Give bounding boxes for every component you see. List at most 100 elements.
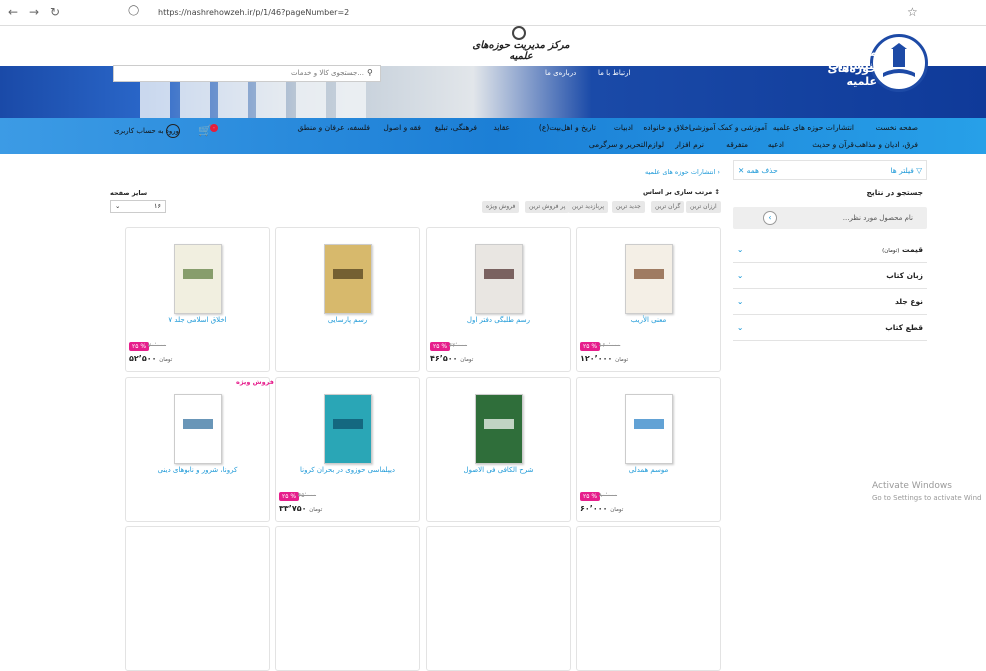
menu-item[interactable]: متفرقه	[726, 140, 748, 149]
discount-badge: ۲۵ %	[129, 342, 150, 351]
book-cover-image[interactable]	[173, 394, 222, 464]
product-title[interactable]: موسم همدلی	[577, 466, 720, 474]
menu-item[interactable]: قرآن و حدیث	[812, 140, 854, 149]
cover-decoration	[332, 269, 363, 279]
filter-sidebar: ▽ فیلتر ها حذف همه ✕ جستجو در نتایج نام …	[733, 160, 927, 341]
chevron-down-icon[interactable]: ⌄	[737, 245, 743, 254]
chevron-down-icon[interactable]: ⌄	[737, 297, 743, 306]
book-cover-image[interactable]	[474, 244, 523, 314]
product-title[interactable]: معنی الأریب	[577, 316, 720, 324]
sidebar-search-input[interactable]: نام محصول مورد نظر... ›	[733, 207, 927, 229]
product-card[interactable]: رسم طلبگی دفتر اول ۲۵ % ۶۲٬۰۰۰ ۴۶٬۵۰۰ تومان	[426, 227, 571, 372]
menu-item[interactable]: ادعیه	[768, 140, 784, 149]
product-price: ۳۳٬۷۵۰ تومان	[279, 504, 322, 513]
product-title[interactable]: کرونا، شرور و نابوهای دینی	[126, 466, 269, 474]
product-title[interactable]: شرح الکافی فی الاصول	[427, 466, 570, 474]
cover-decoration	[633, 269, 664, 279]
url-bar[interactable]: https://nashrehowzeh.ir/p/1/46?pageNumbe…	[158, 4, 958, 22]
price-value: ۴۶٬۵۰۰	[430, 354, 458, 363]
menu-item[interactable]: فرق، ادیان و مذاهب	[855, 140, 918, 149]
filter-section-language[interactable]: زبان کتاب ⌄	[733, 263, 927, 289]
chevron-down-icon[interactable]: ⌄	[737, 271, 743, 280]
section-label: قیمت (تومان)	[882, 245, 923, 254]
filter-section-format[interactable]: قطع کتاب ⌄	[733, 315, 927, 341]
product-card[interactable]	[426, 526, 571, 671]
book-cover-image[interactable]	[173, 244, 222, 314]
book-cover-image[interactable]	[474, 394, 523, 464]
cover-decoration	[182, 419, 213, 429]
chevron-right-icon[interactable]: ›	[763, 211, 777, 225]
menu-item[interactable]: نرم افزار	[675, 140, 704, 149]
menu-item[interactable]: صفحه نخست	[876, 123, 918, 132]
contact-link[interactable]: ارتباط با ما	[598, 69, 630, 77]
product-price: ۵۲٬۵۰۰ تومان	[129, 354, 172, 363]
book-cover-image[interactable]	[323, 394, 372, 464]
product-card[interactable]: رسم پارسایی	[275, 227, 420, 372]
product-card[interactable]: دیپلماسی حوزوی در بحران کرونا ۲۵ % ۴۵٬۰۰۰ ۳…	[275, 377, 420, 522]
product-card[interactable]: شرح الکافی فی الاصول	[426, 377, 571, 522]
sort-option[interactable]: پر فروش ترین	[525, 201, 570, 213]
sort-option[interactable]: پربازدید ترین	[568, 201, 608, 213]
sort-option[interactable]: گران ترین	[651, 201, 685, 213]
menu-item[interactable]: فلسفه، عرفان و منطق	[298, 123, 370, 132]
breadcrumb[interactable]: انتشارات حوزه های علمیه ›	[545, 168, 720, 176]
back-icon[interactable]: ←	[8, 5, 18, 19]
user-icon[interactable]	[166, 124, 180, 138]
menu-item[interactable]: تاریخ و اهل‌بیت(ع)	[539, 123, 596, 132]
product-card[interactable]: موسم همدلی ۲۵ % ۸۰٬۰۰۰ ۶۰٬۰۰۰ تومان	[576, 377, 721, 522]
product-price: ۴۶٬۵۰۰ تومان	[430, 354, 473, 363]
logo-text-2: حوزه‌های علمیه	[827, 62, 878, 88]
page-size-label: سایز صفحه	[110, 189, 148, 197]
clear-all-button[interactable]: حذف همه ✕	[738, 166, 778, 175]
cover-decoration	[182, 269, 213, 279]
product-card[interactable]: اخلاق اسلامی جلد ۷ ۲۵ % ۷۰٬۰۰۰ ۵۲٬۵۰۰ تومان	[125, 227, 270, 372]
product-price: ۶۰٬۰۰۰ تومان	[580, 504, 623, 513]
sort-option[interactable]: ارزان ترین	[686, 201, 721, 213]
discount-badge: ۲۵ %	[279, 492, 300, 501]
product-title[interactable]: دیپلماسی حوزوی در بحران کرونا	[276, 466, 419, 474]
chevron-down-icon[interactable]: ⌄	[737, 323, 743, 332]
cart-count-badge: ۰	[210, 124, 218, 132]
book-cover-image[interactable]	[624, 244, 673, 314]
reload-icon[interactable]: ↻	[50, 5, 60, 19]
menu-item[interactable]: عقاید	[493, 123, 510, 132]
menu-item[interactable]: فرهنگی، تبلیغ	[435, 123, 477, 132]
menu-item[interactable]: آموزشی و کمک آموزشی	[689, 123, 767, 132]
menu-item[interactable]: اخلاق و خانواده	[643, 123, 691, 132]
old-price: ۱۶۰٬۰۰۰	[599, 342, 621, 349]
emblem-icon	[512, 26, 526, 40]
filter-section-binding[interactable]: نوع جلد ⌄	[733, 289, 927, 315]
product-card[interactable]: کرونا، شرور و نابوهای دینی	[125, 377, 270, 522]
publisher-logo[interactable]	[870, 34, 928, 92]
currency-label: تومان	[615, 357, 629, 363]
product-card[interactable]: معنی الأریب ۲۵ % ۱۶۰٬۰۰۰ ۱۲۰٬۰۰۰ تومان	[576, 227, 721, 372]
forward-icon[interactable]: →	[29, 5, 39, 19]
search-input[interactable]: جستجوی کالا و خدمات...	[113, 65, 381, 82]
browser-toolbar: ← → ↻ ◯ https://nashrehowzeh.ir/p/1/46?p…	[0, 0, 986, 26]
site-header: موسسه انتشارات حوزه‌های علمیه مرکز مدیری…	[0, 26, 986, 118]
sort-option[interactable]: فروش ویژه	[482, 201, 520, 213]
price-value: ۳۳٬۷۵۰	[279, 504, 307, 513]
product-card[interactable]	[125, 526, 270, 671]
section-label: زبان کتاب	[886, 271, 923, 280]
product-title[interactable]: رسم پارسایی	[276, 316, 419, 324]
shield-icon[interactable]: ◯	[128, 5, 139, 16]
page-size-select[interactable]: ⌄ ۱۶	[110, 200, 166, 213]
menu-item[interactable]: لوازم‌التحریر و سرگرمی	[589, 140, 664, 149]
menu-item[interactable]: انتشارات حوزه های علمیه	[773, 123, 854, 132]
about-link[interactable]: درباره‌ی ما	[545, 69, 576, 77]
star-icon[interactable]: ☆	[907, 5, 918, 19]
book-cover-image[interactable]	[624, 394, 673, 464]
product-card[interactable]	[275, 526, 420, 671]
menu-item[interactable]: ادبیات	[614, 123, 633, 132]
menu-item[interactable]: فقه و اصول	[383, 123, 421, 132]
search-icon[interactable]: ⚲	[367, 68, 373, 77]
cover-decoration	[483, 269, 514, 279]
product-title[interactable]: رسم طلبگی دفتر اول	[427, 316, 570, 324]
product-card[interactable]	[576, 526, 721, 671]
sort-option[interactable]: جدید ترین	[612, 201, 645, 213]
book-cover-image[interactable]	[323, 244, 372, 314]
product-title[interactable]: اخلاق اسلامی جلد ۷	[126, 316, 269, 324]
discount-badge: ۲۵ %	[430, 342, 451, 351]
filter-section-price[interactable]: قیمت (تومان) ⌄	[733, 237, 927, 263]
